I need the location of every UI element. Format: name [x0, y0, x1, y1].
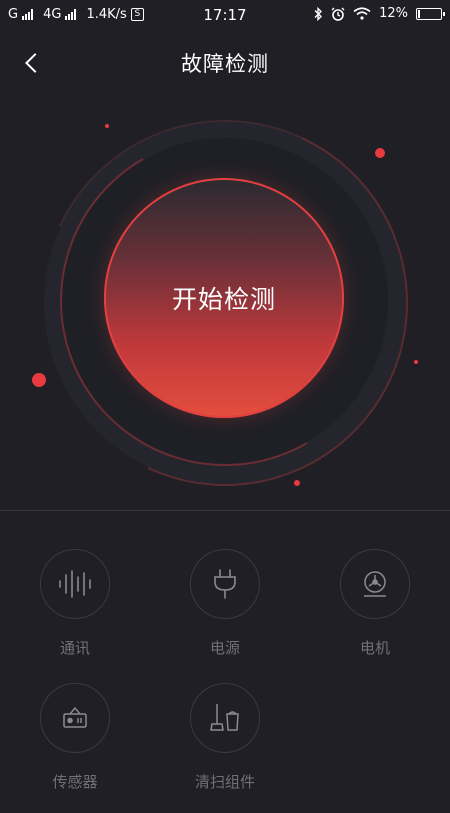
module-label: 通讯: [59, 639, 90, 657]
decor-dot: [414, 360, 418, 364]
status-bar: G 4G 1.4K/s S 17:17 12%: [0, 0, 450, 30]
wifi-icon: [353, 7, 371, 20]
bluetooth-icon: [314, 6, 323, 21]
module-label: 电机: [359, 639, 390, 657]
module-icon-circle: [40, 549, 110, 619]
decor-dot: [294, 480, 300, 486]
status-right: 12%: [313, 6, 445, 21]
module-icon-circle: [190, 683, 260, 753]
module-label: 传感器: [52, 773, 98, 791]
module-label: 清扫组件: [194, 773, 255, 791]
alarm-clock-icon: [331, 7, 345, 21]
start-detection-label: 开始检测: [171, 285, 276, 314]
module-icon-circle: [340, 549, 410, 619]
start-detection-button[interactable]: 开始检测: [104, 178, 344, 418]
top-bar: 故障检测: [0, 40, 450, 84]
cleaning-kit-icon: [210, 704, 239, 731]
page-title: 故障检测: [181, 52, 269, 76]
waveform-icon: [59, 570, 91, 598]
decor-dot: [375, 148, 385, 158]
decor-dot: [32, 373, 46, 387]
battery-percent: 12%: [379, 6, 408, 21]
module-motor[interactable]: 电机: [320, 549, 430, 679]
plug-icon: [214, 569, 236, 599]
module-sensor[interactable]: 传感器: [20, 683, 130, 813]
module-icon-circle: [40, 683, 110, 753]
module-cleaning-kit[interactable]: 清扫组件: [170, 683, 280, 813]
section-divider: [0, 510, 450, 511]
battery-icon: [416, 7, 445, 20]
sensor-icon: [63, 706, 87, 728]
module-label: 电源: [209, 639, 240, 657]
module-icon-circle: [190, 549, 260, 619]
module-communication[interactable]: 通讯: [20, 549, 130, 679]
decor-dot: [105, 124, 109, 128]
motor-icon: [364, 571, 386, 597]
module-power[interactable]: 电源: [170, 549, 280, 679]
